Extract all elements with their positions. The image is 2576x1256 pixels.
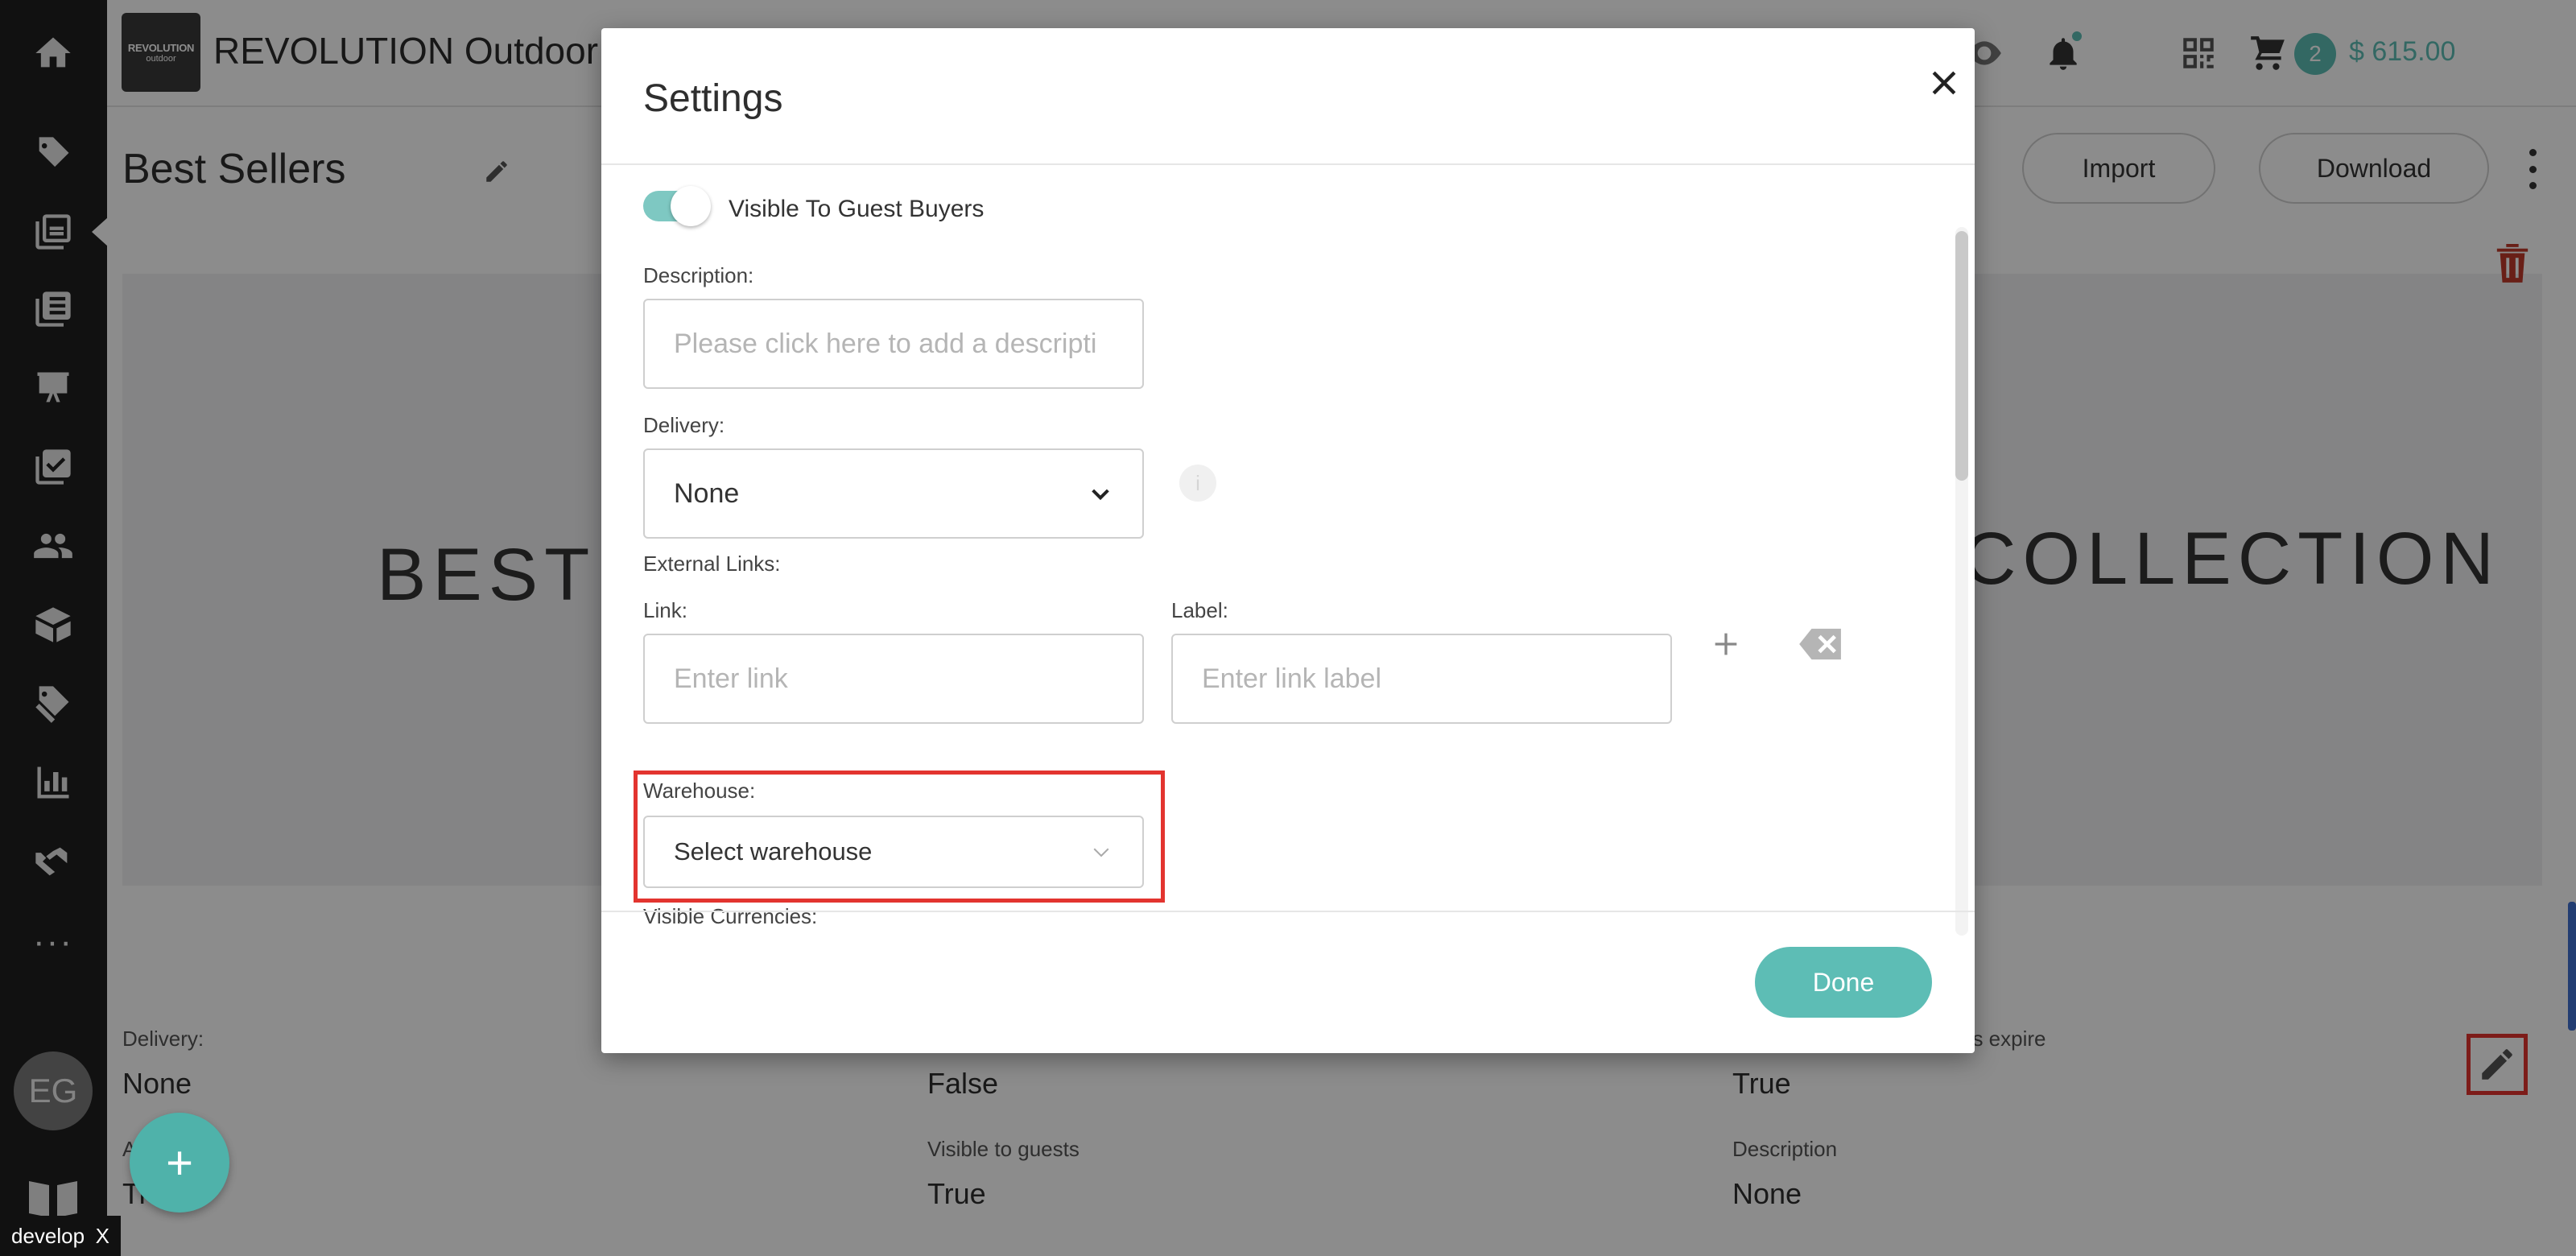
- link-label-input[interactable]: [1171, 634, 1672, 724]
- warehouse-label: Warehouse:: [643, 779, 756, 803]
- add-fab-button[interactable]: +: [130, 1113, 229, 1213]
- chevron-down-icon: [1093, 848, 1109, 857]
- modal-title: Settings: [643, 77, 783, 120]
- develop-label: develop: [11, 1223, 85, 1248]
- chevron-down-icon: [1092, 489, 1109, 501]
- delivery-label: Delivery:: [643, 413, 725, 437]
- warehouse-select[interactable]: Select warehouse: [643, 816, 1144, 888]
- delivery-select-value: None: [674, 477, 740, 509]
- close-icon[interactable]: [1922, 60, 1967, 105]
- develop-badge: develop X: [0, 1216, 121, 1256]
- develop-close-icon[interactable]: X: [96, 1224, 109, 1249]
- modal-scrollbar-thumb[interactable]: [1955, 231, 1968, 481]
- modal-body[interactable]: Visible To Guest Buyers Description: Del…: [601, 167, 1975, 940]
- warehouse-select-placeholder: Select warehouse: [674, 837, 873, 866]
- settings-modal: Settings Visible To Guest Buyers Descrip…: [601, 28, 1975, 1053]
- description-label: Description:: [643, 263, 754, 287]
- add-link-plus-icon[interactable]: [1706, 624, 1746, 664]
- link-label: Link:: [643, 598, 687, 622]
- guest-buyers-toggle[interactable]: [643, 186, 711, 226]
- guest-buyers-toggle-label: Visible To Guest Buyers: [729, 196, 985, 222]
- modal-header: Settings: [601, 28, 1975, 165]
- info-icon[interactable]: i: [1179, 465, 1216, 502]
- external-links-label: External Links:: [643, 552, 781, 576]
- link-input[interactable]: [643, 634, 1144, 724]
- modal-scrollbar[interactable]: [1955, 227, 1968, 936]
- done-button[interactable]: Done: [1755, 947, 1932, 1018]
- delivery-select[interactable]: None: [643, 448, 1144, 539]
- remove-link-backspace-icon[interactable]: [1797, 626, 1845, 663]
- link-label-label: Label:: [1171, 598, 1228, 622]
- description-input[interactable]: [643, 299, 1144, 389]
